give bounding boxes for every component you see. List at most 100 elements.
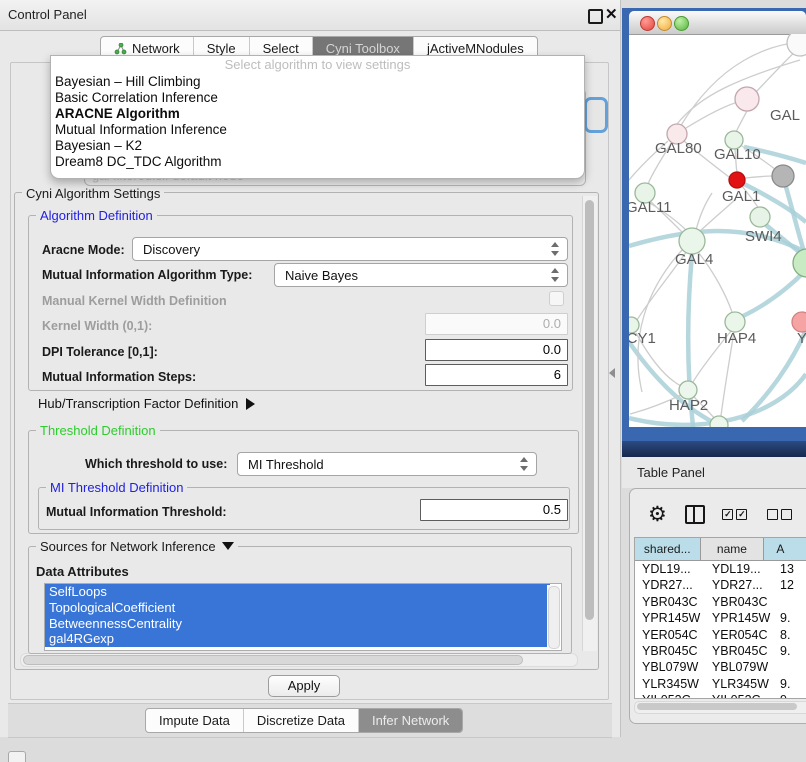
table-row[interactable]: YIL052CYIL052C9 [635, 692, 806, 699]
dropdown-item[interactable]: Mutual Information Inference [51, 122, 584, 138]
list-item[interactable]: SelfLoops [45, 584, 550, 600]
mi-steps-label: Mutual Information Steps: [42, 370, 196, 384]
network-node-label: HAP4 [717, 330, 756, 347]
dropdown-item[interactable]: Bayesian – K2 [51, 138, 584, 154]
table-cell [773, 594, 806, 610]
network-node[interactable] [793, 249, 806, 277]
list-item[interactable]: gal4RGexp [45, 631, 550, 647]
combobox-focus-button[interactable] [584, 97, 608, 133]
column-header-shared[interactable]: shared... [635, 538, 701, 560]
list-scrollbar[interactable] [547, 585, 560, 649]
network-node[interactable] [710, 416, 728, 427]
network-node-label: GCY1 [629, 330, 656, 347]
table-row[interactable]: YBR043CYBR043C [635, 594, 806, 610]
table-row[interactable]: YDR27...YDR27...12 [635, 577, 806, 593]
which-threshold-select[interactable]: MI Threshold [237, 452, 537, 476]
network-node[interactable] [792, 312, 806, 332]
table-row[interactable]: YBR045CYBR045C9. [635, 643, 806, 659]
list-item[interactable]: TopologicalCoefficient [45, 600, 550, 616]
aracne-mode-select[interactable]: Discovery [132, 237, 568, 261]
table-horizontal-scrollbar[interactable] [634, 701, 806, 714]
tab-infer-network[interactable]: Infer Network [359, 709, 462, 732]
float-window-icon[interactable] [588, 9, 603, 24]
kernel-width-field[interactable]: 0.0 [425, 313, 568, 335]
network-node[interactable] [725, 312, 745, 332]
network-node-label: GAL11 [629, 199, 672, 216]
table-row[interactable]: YDL19...YDL19...13 [635, 561, 806, 577]
close-icon[interactable]: ✕ [605, 5, 618, 23]
table-cell: YBR043C [705, 594, 773, 610]
mac-titlebar[interactable] [629, 11, 806, 35]
table-panel-window: ⚙ ✓✓ shared... name A YDL19...YDL19...13… [629, 488, 806, 724]
data-attributes-list[interactable]: SelfLoopsTopologicalCoefficientBetweenne… [44, 583, 562, 651]
mi-threshold-field[interactable]: 0.5 [420, 499, 568, 521]
mi-steps-field[interactable]: 6 [425, 364, 568, 386]
table-row[interactable]: YBL079WYBL079W [635, 659, 806, 675]
algorithm-dropdown-popup: Select algorithm to view settings Bayesi… [50, 55, 585, 179]
network-edge[interactable] [638, 249, 683, 392]
dropdown-item[interactable]: Dream8 DC_TDC Algorithm [51, 154, 584, 170]
table-cell: YDL19... [705, 561, 773, 577]
splitter-collapse-handle[interactable] [609, 368, 615, 378]
split-columns-icon[interactable] [685, 505, 706, 524]
scrollbar-thumb[interactable] [23, 655, 523, 665]
scrollbar-thumb[interactable] [548, 586, 560, 649]
control-panel-title: Control Panel [8, 7, 87, 22]
which-threshold-label: Which threshold to use: [85, 457, 227, 471]
expand-right-icon [246, 398, 255, 410]
column-header-name[interactable]: name [701, 538, 765, 560]
table-cell: YDL19... [635, 561, 705, 577]
table-toolbar: ⚙ ✓✓ [630, 495, 806, 533]
corner-chip[interactable] [8, 751, 26, 762]
network-node[interactable] [787, 34, 806, 56]
table-row[interactable]: YER054CYER054C8. [635, 627, 806, 643]
network-edge[interactable] [745, 176, 772, 178]
network-edge[interactable] [696, 193, 712, 230]
dropdown-item[interactable]: ARACNE Algorithm [51, 106, 584, 122]
unchecked-pair-icon[interactable] [767, 509, 795, 520]
tab-impute-data[interactable]: Impute Data [146, 709, 244, 732]
dropdown-item[interactable]: Bayesian – Hill Climbing [51, 74, 584, 90]
network-edge[interactable] [736, 111, 747, 132]
apply-button[interactable]: Apply [268, 675, 340, 697]
network-node[interactable] [772, 165, 794, 187]
dpi-tolerance-field[interactable]: 0.0 [425, 339, 568, 361]
table-cell: 9. [773, 610, 806, 626]
hub-tf-definition-toggle[interactable]: Hub/Transcription Factor Definition [38, 396, 255, 411]
settings-horizontal-scrollbar[interactable] [20, 653, 578, 667]
dropdown-item[interactable]: Basic Correlation Inference [51, 90, 584, 106]
table-row[interactable]: YLR345WYLR345W9. [635, 676, 806, 692]
tab-discretize-data[interactable]: Discretize Data [244, 709, 359, 732]
network-node[interactable] [750, 207, 770, 227]
table-cell: YBR045C [705, 643, 773, 659]
zoom-traffic-light[interactable] [674, 16, 689, 31]
table-cell: YER054C [635, 627, 705, 643]
gear-icon[interactable]: ⚙ [648, 502, 667, 527]
mi-type-select[interactable]: Naive Bayes [274, 263, 568, 287]
table-cell: YIL052C [705, 692, 773, 699]
table-cell: YPR145W [635, 610, 705, 626]
network-edge[interactable] [741, 272, 804, 317]
checked-pair-icon[interactable]: ✓✓ [722, 509, 750, 520]
mi-threshold-group-title: MI Threshold Definition [46, 480, 187, 495]
table-cell: 13 [773, 561, 806, 577]
network-node[interactable] [735, 87, 759, 111]
minimize-traffic-light[interactable] [657, 16, 672, 31]
manual-kernel-checkbox[interactable] [549, 291, 564, 306]
scrollbar-thumb[interactable] [637, 703, 797, 710]
table-row[interactable]: YPR145WYPR145W9. [635, 610, 806, 626]
column-header-third[interactable]: A [764, 538, 806, 560]
table-cell: YDR27... [705, 577, 773, 593]
network-node[interactable] [729, 172, 745, 188]
table-cell: YLR345W [635, 676, 705, 692]
manual-kernel-label: Manual Kernel Width Definition [42, 294, 227, 308]
network-icon [114, 43, 127, 55]
settings-vertical-scrollbar[interactable] [582, 196, 597, 651]
network-canvas[interactable]: GALGAL80GAL10GAL1GAL11SWI4GAL4GCY1HAP4YH… [629, 34, 806, 427]
scrollbar-thumb[interactable] [585, 200, 594, 620]
control-panel: Control Panel ✕ Network Style Select Cyn… [0, 0, 621, 737]
sources-group-title[interactable]: Sources for Network Inference [36, 539, 238, 554]
network-node-label: HAP2 [669, 397, 708, 414]
list-item[interactable]: BetweennessCentrality [45, 616, 550, 632]
close-traffic-light[interactable] [640, 16, 655, 31]
